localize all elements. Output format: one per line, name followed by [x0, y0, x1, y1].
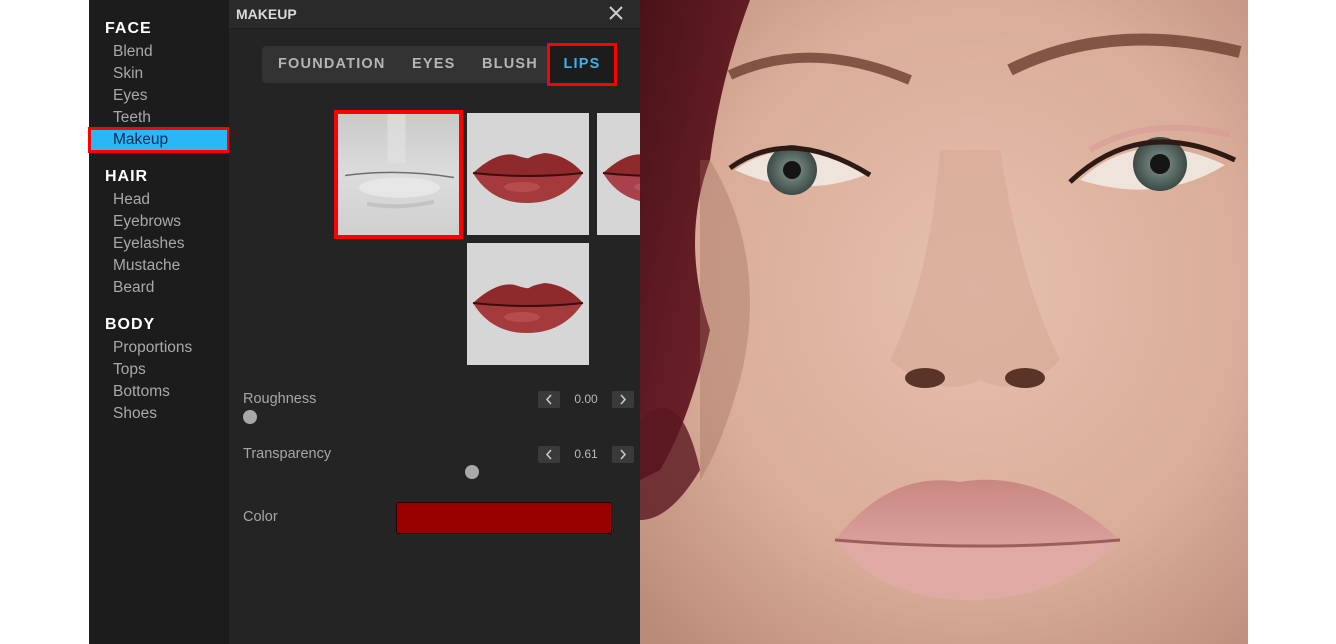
- app-window: FACE Blend Skin Eyes Teeth Makeup HAIR H…: [88, 0, 1248, 644]
- tab-blush[interactable]: BLUSH: [482, 46, 538, 83]
- sidebar: FACE Blend Skin Eyes Teeth Makeup HAIR H…: [88, 0, 230, 644]
- transparency-stepper: 0.61: [538, 446, 634, 463]
- sidebar-item-teeth[interactable]: Teeth: [113, 108, 151, 128]
- lip-preset-red-3[interactable]: [467, 243, 589, 365]
- transparency-slider[interactable]: [243, 465, 621, 479]
- color-label: Color: [243, 509, 278, 525]
- roughness-increase-button[interactable]: [612, 391, 634, 408]
- makeup-panel: MAKEUP FOUNDATION EYES BLUSH LIPS Roughn…: [229, 0, 719, 644]
- lip-thumbnail-red: [467, 243, 589, 365]
- lip-thumbnail-red: [467, 113, 589, 235]
- sidebar-item-skin[interactable]: Skin: [113, 64, 143, 84]
- roughness-slider[interactable]: [243, 410, 621, 424]
- chevron-right-icon: [620, 449, 627, 460]
- sidebar-item-head[interactable]: Head: [113, 190, 150, 210]
- lip-color-swatch[interactable]: [396, 502, 612, 534]
- panel-header: MAKEUP: [229, 0, 640, 29]
- sidebar-item-makeup[interactable]: Makeup: [88, 127, 230, 153]
- lip-preset-red-1[interactable]: [467, 113, 589, 235]
- sidebar-item-eyes[interactable]: Eyes: [113, 86, 147, 106]
- sidebar-item-blend[interactable]: Blend: [113, 42, 153, 62]
- transparency-slider-knob[interactable]: [465, 465, 480, 479]
- close-button[interactable]: [606, 3, 626, 23]
- sidebar-item-eyebrows[interactable]: Eyebrows: [113, 212, 181, 232]
- chevron-left-icon: [545, 394, 552, 405]
- lip-preset-none[interactable]: [334, 110, 463, 239]
- roughness-label: Roughness: [243, 391, 317, 407]
- sidebar-item-bottoms[interactable]: Bottoms: [113, 382, 170, 402]
- sidebar-item-eyelashes[interactable]: Eyelashes: [113, 234, 185, 254]
- transparency-value[interactable]: 0.61: [560, 446, 612, 463]
- section-hair-title: HAIR: [105, 168, 149, 185]
- close-icon: [609, 6, 623, 20]
- transparency-label: Transparency: [243, 446, 332, 462]
- chevron-left-icon: [545, 449, 552, 460]
- roughness-slider-knob[interactable]: [243, 410, 257, 424]
- makeup-tabs: FOUNDATION EYES BLUSH LIPS: [262, 43, 618, 86]
- roughness-stepper: 0.00: [538, 391, 634, 408]
- tab-foundation[interactable]: FOUNDATION: [278, 46, 386, 83]
- sidebar-item-shoes[interactable]: Shoes: [113, 404, 157, 424]
- tab-lips[interactable]: LIPS: [547, 43, 617, 86]
- face-render: [640, 0, 1248, 644]
- sidebar-item-beard[interactable]: Beard: [113, 278, 154, 298]
- character-preview-viewport[interactable]: [640, 0, 1248, 644]
- lip-thumbnail-bare: [337, 113, 460, 236]
- transparency-increase-button[interactable]: [612, 446, 634, 463]
- section-face-title: FACE: [105, 20, 152, 37]
- sidebar-item-mustache[interactable]: Mustache: [113, 256, 180, 276]
- sidebar-item-tops[interactable]: Tops: [113, 360, 146, 380]
- chevron-right-icon: [620, 394, 627, 405]
- tab-eyes[interactable]: EYES: [412, 46, 456, 83]
- section-body-title: BODY: [105, 316, 156, 333]
- roughness-decrease-button[interactable]: [538, 391, 560, 408]
- roughness-value[interactable]: 0.00: [560, 391, 612, 408]
- panel-title: MAKEUP: [236, 6, 297, 22]
- transparency-decrease-button[interactable]: [538, 446, 560, 463]
- sidebar-item-proportions[interactable]: Proportions: [113, 338, 192, 358]
